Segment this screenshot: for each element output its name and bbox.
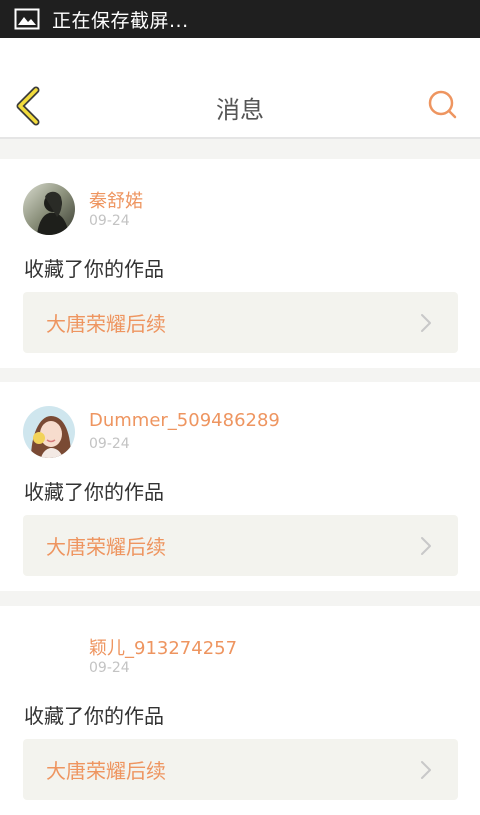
avatar[interactable] (23, 406, 75, 458)
message-text: 收藏了你的作品 (24, 704, 164, 728)
page-title: 消息 (216, 96, 264, 124)
timestamp: 09-24 (89, 660, 130, 676)
search-button[interactable] (426, 88, 460, 122)
message-text: 收藏了你的作品 (24, 480, 164, 504)
search-icon (428, 90, 457, 119)
work-link[interactable]: 大唐荣耀后续 (23, 292, 458, 353)
username[interactable]: 颖儿_913274257 (89, 634, 237, 660)
work-title: 大唐荣耀后续 (46, 535, 166, 559)
work-title: 大唐荣耀后续 (46, 759, 166, 783)
work-link[interactable]: 大唐荣耀后续 (23, 515, 458, 576)
notification-card: 秦舒婼 09-24 收藏了你的作品 大唐荣耀后续 (0, 159, 480, 368)
notification-card: 颖儿_913274257 09-24 收藏了你的作品 大唐荣耀后续 (0, 606, 480, 815)
username[interactable]: Dummer_509486289 (89, 410, 280, 431)
timestamp: 09-24 (89, 436, 130, 452)
status-text: 正在保存截屏... (52, 9, 189, 32)
header: 消息 (0, 38, 480, 139)
image-icon (14, 8, 40, 30)
work-title: 大唐荣耀后续 (46, 312, 166, 336)
work-link[interactable]: 大唐荣耀后续 (23, 739, 458, 800)
chevron-right-icon (406, 526, 446, 566)
chevron-right-icon (406, 750, 446, 790)
notification-card: Dummer_509486289 09-24 收藏了你的作品 大唐荣耀后续 (0, 382, 480, 591)
status-bar: 正在保存截屏... (0, 0, 480, 38)
chevron-right-icon (406, 303, 446, 343)
username[interactable]: 秦舒婼 (89, 187, 143, 213)
timestamp: 09-24 (89, 213, 130, 229)
avatar[interactable] (23, 183, 75, 235)
message-text: 收藏了你的作品 (24, 257, 164, 281)
avatar[interactable] (23, 630, 75, 682)
